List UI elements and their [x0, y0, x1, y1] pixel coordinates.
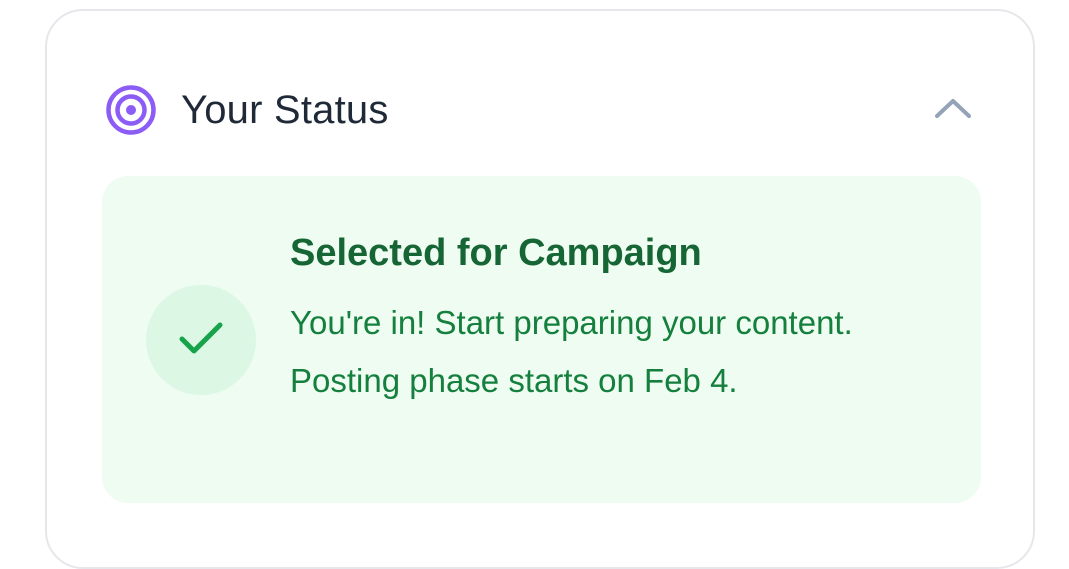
- status-panel: Selected for Campaign You're in! Start p…: [102, 176, 981, 503]
- target-icon: [105, 84, 157, 136]
- status-card-header: Your Status: [105, 73, 975, 147]
- status-description: You're in! Start preparing your content.…: [290, 304, 853, 399]
- check-icon: [178, 320, 224, 361]
- card-title: Your Status: [181, 87, 389, 132]
- status-title: Selected for Campaign: [290, 232, 702, 274]
- status-card: Your Status Selected for Campaign You're…: [45, 9, 1035, 569]
- collapse-button[interactable]: [931, 88, 975, 132]
- chevron-up-icon: [933, 96, 973, 125]
- check-badge: [146, 285, 256, 395]
